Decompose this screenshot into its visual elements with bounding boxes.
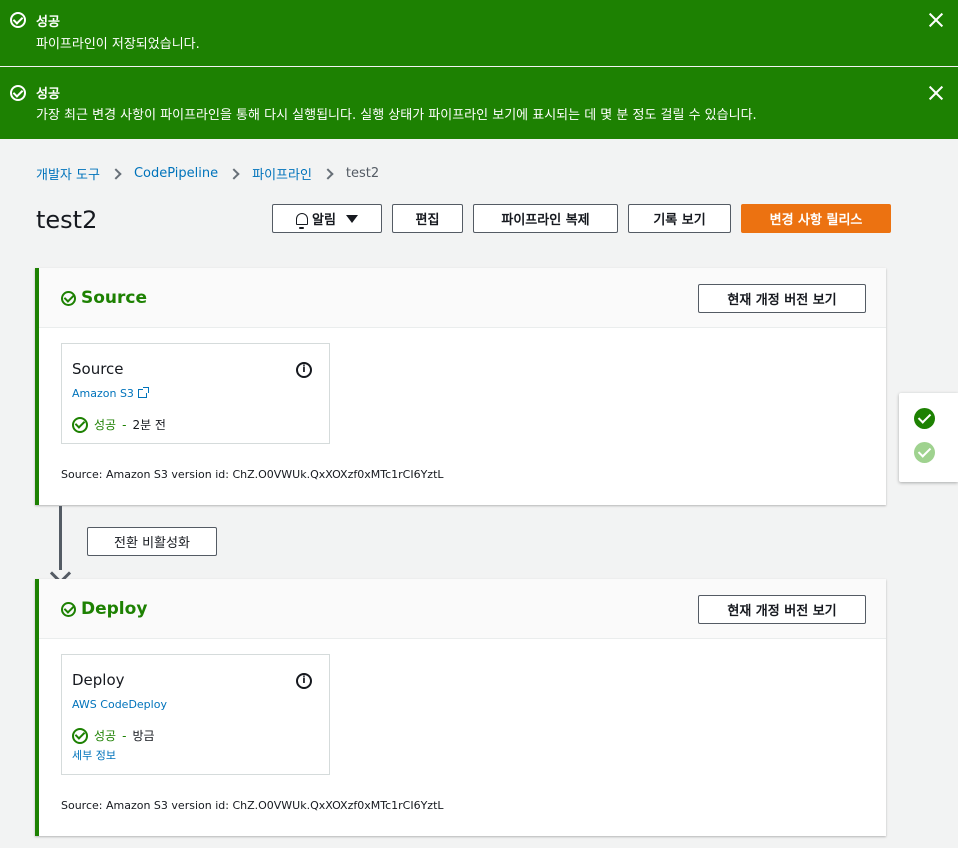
view-current-revision-button[interactable]: 현재 개정 버전 보기 [698,595,866,624]
revision-summary: Source: Amazon S3 version id: ChZ.O0VWUk… [61,468,444,481]
check-circle-icon[interactable] [914,408,935,429]
action-card: Deploy i AWS CodeDeploy 성공 - 방금 세부 정보 [61,654,330,775]
flash-message: 파이프라인이 저장되었습니다. [36,37,200,52]
stage-deploy: Deploy 현재 개정 버전 보기 Deploy i AWS CodeDepl… [35,579,886,836]
status-separator: - [122,417,127,432]
notify-label: 알림 [312,213,336,228]
status-separator: - [122,728,127,743]
status-time: 2분 전 [132,418,166,432]
status-time: 방금 [132,729,155,743]
stage-source: Source 현재 개정 버전 보기 Source i Amazon S3 성공… [35,268,886,505]
release-change-button[interactable]: 변경 사항 릴리스 [741,204,891,233]
flash-success-rerun: 성공 가장 최근 변경 사항이 파이프라인을 통해 다시 실행됩니다. 실행 상… [0,67,958,139]
close-icon[interactable] [928,12,944,28]
revision-summary: Source: Amazon S3 version id: ChZ.O0VWUk… [61,799,444,812]
breadcrumb-codepipeline[interactable]: CodePipeline [134,166,218,181]
status-text: 성공 [94,729,117,743]
caret-down-icon [345,214,358,223]
disable-transition-button[interactable]: 전환 비활성화 [87,527,217,556]
clone-pipeline-button[interactable]: 파이프라인 복제 [473,204,618,233]
chevron-right-icon [228,167,240,180]
notify-button[interactable]: 알림 [272,204,382,233]
breadcrumb-developer-tools[interactable]: 개발자 도구 [36,164,100,183]
action-card: Source i Amazon S3 성공 - 2분 전 [61,343,330,444]
check-circle-icon [61,290,76,306]
stage-header: Deploy 현재 개정 버전 보기 [39,579,886,639]
action-name: Source [72,360,124,378]
status-text: 성공 [94,418,117,432]
details-link[interactable]: 세부 정보 [72,747,116,763]
provider-label: Amazon S3 [72,387,134,400]
check-circle-icon [72,727,88,744]
action-status: 성공 - 방금 [72,727,155,744]
provider-link[interactable]: AWS CodeDeploy [72,698,167,711]
stage-name: Deploy [81,599,148,619]
close-icon[interactable] [928,85,944,101]
provider-link[interactable]: Amazon S3 [72,387,149,400]
external-link-icon [137,387,149,398]
check-circle-icon [10,85,26,101]
check-circle-icon[interactable] [914,442,935,463]
action-status: 성공 - 2분 전 [72,416,166,433]
bell-icon [296,212,309,229]
breadcrumb: 개발자 도구 CodePipeline 파이프라인 test2 [36,164,379,183]
flash-success-saved: 성공 파이프라인이 저장되었습니다. [0,0,958,66]
stage-header: Source 현재 개정 버전 보기 [39,268,886,328]
page-title: test2 [36,206,98,234]
stage-name: Source [81,288,148,308]
stage-title: Deploy [61,599,147,619]
chevron-right-icon [322,167,334,180]
check-circle-icon [72,416,88,433]
stage-status-navigator [899,393,958,482]
info-icon[interactable]: i [296,673,312,689]
check-circle-icon [10,12,26,28]
check-circle-icon [61,601,76,617]
edit-button[interactable]: 편집 [392,204,463,233]
breadcrumb-pipelines[interactable]: 파이프라인 [252,164,312,183]
view-current-revision-button[interactable]: 현재 개정 버전 보기 [698,284,866,313]
flash-title: 성공 [36,15,60,30]
action-name: Deploy [72,671,125,689]
provider-label: AWS CodeDeploy [72,698,167,711]
flash-title: 성공 [36,87,60,102]
breadcrumb-current: test2 [345,166,380,181]
transition-line [59,506,62,570]
view-history-button[interactable]: 기록 보기 [628,204,731,233]
flash-message: 가장 최근 변경 사항이 파이프라인을 통해 다시 실행됩니다. 실행 상태가 … [36,108,757,123]
stage-title: Source [61,288,147,308]
info-icon[interactable]: i [296,362,312,378]
chevron-right-icon [110,167,122,180]
